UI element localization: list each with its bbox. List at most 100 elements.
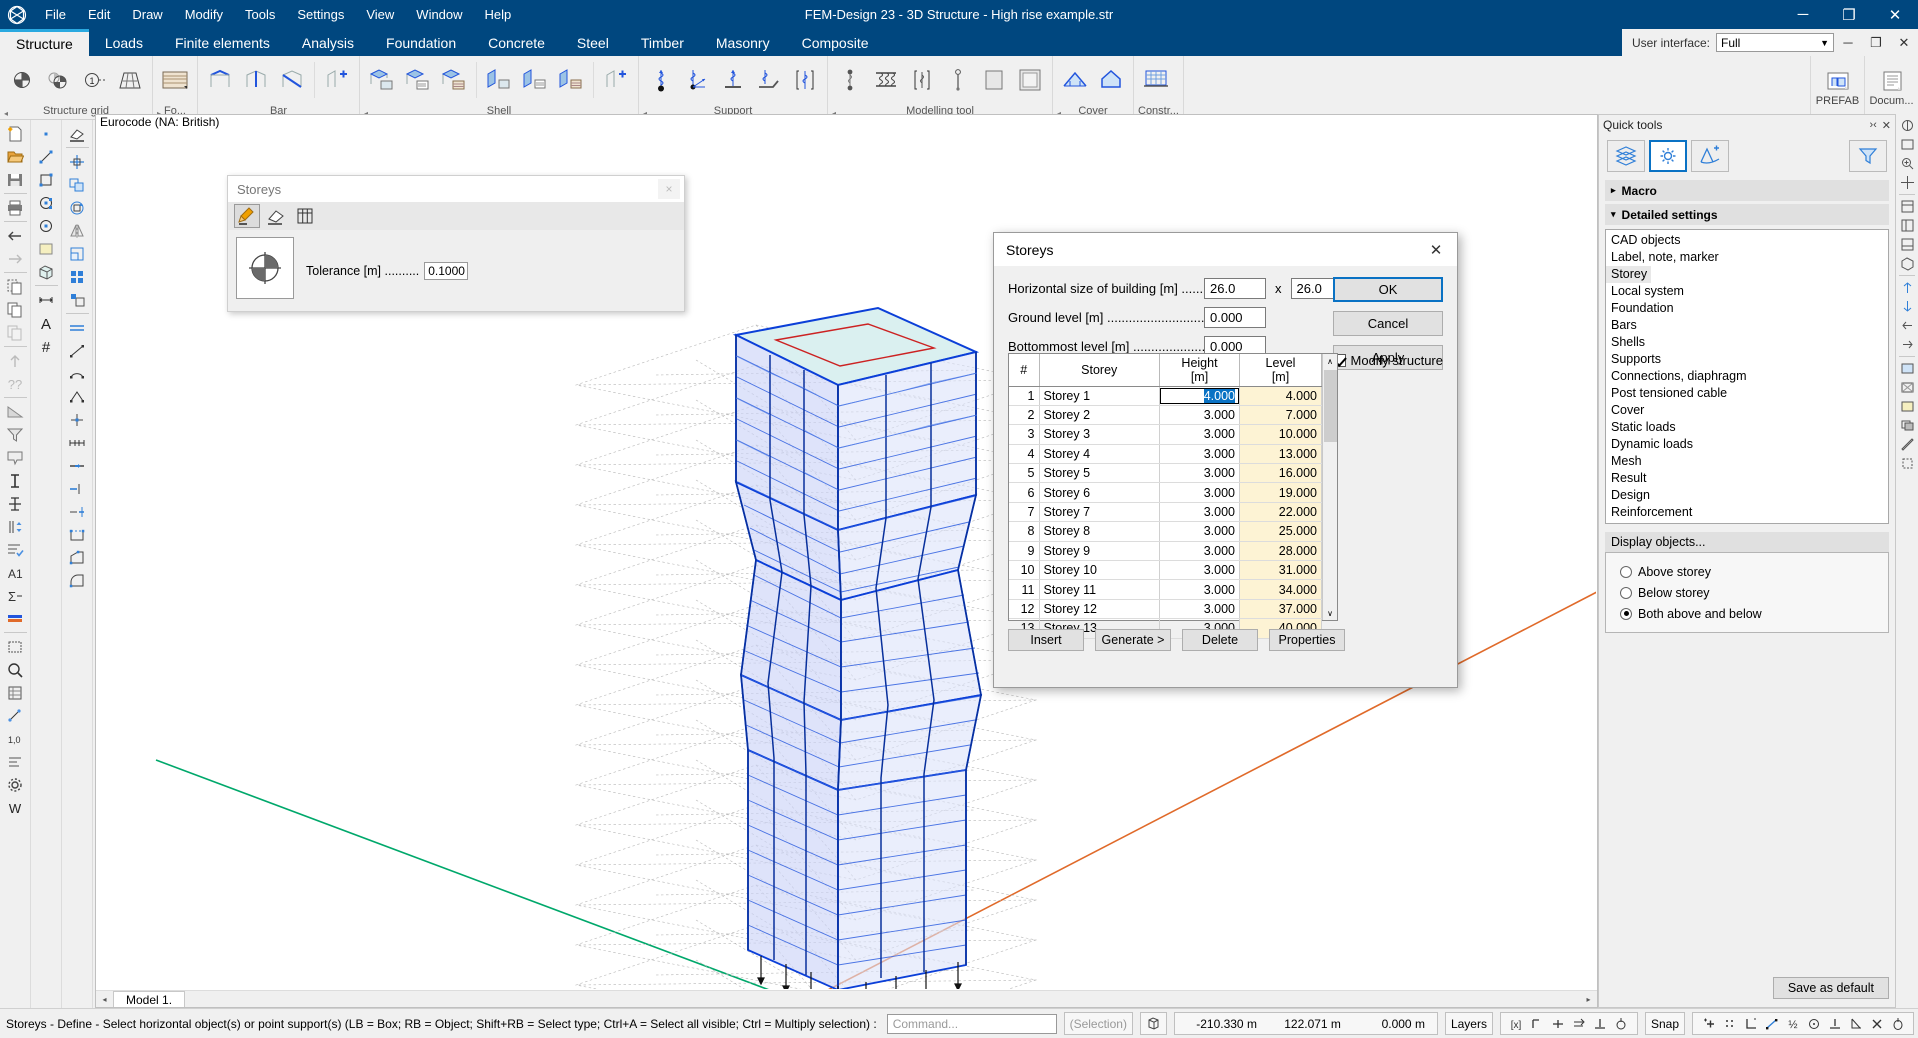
doc-close-button[interactable]: ✕: [1890, 29, 1918, 56]
maximize-button[interactable]: ❐: [1826, 0, 1872, 29]
menu-modify[interactable]: Modify: [174, 0, 234, 29]
tab-analysis[interactable]: Analysis: [286, 29, 370, 56]
setting-item-cover[interactable]: Cover: [1606, 402, 1888, 419]
wireframe-icon[interactable]: [1898, 378, 1917, 397]
radio-icon[interactable]: [1620, 565, 1632, 578]
close-icon[interactable]: ×: [658, 179, 680, 199]
divide-icon[interactable]: [64, 431, 91, 454]
table-row[interactable]: 5 Storey 5 3.000 16.000: [1009, 463, 1322, 484]
undo-arrow-icon[interactable]: [2, 224, 29, 247]
scroll-left-icon[interactable]: ◂: [96, 991, 113, 1008]
menu-draw[interactable]: Draw: [121, 0, 173, 29]
ok-button[interactable]: OK: [1333, 277, 1443, 302]
snap-perpendicular-icon[interactable]: [1845, 1013, 1866, 1034]
cell-storey-name[interactable]: Storey 4: [1039, 444, 1160, 465]
filter-icon[interactable]: [2, 423, 29, 446]
snap-center-icon[interactable]: [1803, 1013, 1824, 1034]
collapse-icon[interactable]: ›‹: [1869, 119, 1876, 132]
prefab-button[interactable]: PREFAB: [1810, 56, 1864, 119]
view-rotate-icon[interactable]: [1898, 116, 1917, 135]
save-as-default-button[interactable]: Save as default: [1772, 977, 1889, 999]
open-folder-icon[interactable]: [2, 145, 29, 168]
zoom-window-icon[interactable]: [2, 635, 29, 658]
table-row[interactable]: 10 Storey 10 3.000 31.000: [1009, 560, 1322, 581]
close-icon[interactable]: ✕: [1882, 119, 1891, 132]
copy-move-icon[interactable]: [64, 173, 91, 196]
region-icon[interactable]: [1013, 60, 1047, 100]
cover-open-icon[interactable]: [1058, 60, 1092, 100]
close-button[interactable]: ✕: [1872, 0, 1918, 29]
cell-height[interactable]: 3.000: [1159, 502, 1240, 523]
help-query-icon[interactable]: ??: [2, 372, 29, 395]
shadow-icon[interactable]: [1898, 416, 1917, 435]
table-row[interactable]: 1 Storey 1 4.000 4.000: [1009, 386, 1322, 406]
group-expand-icon[interactable]: ◂: [4, 109, 8, 118]
word-export-icon[interactable]: W: [2, 796, 29, 819]
table-row[interactable]: 8 Storey 8 3.000 25.000: [1009, 521, 1322, 542]
text-label-icon[interactable]: A1: [2, 561, 29, 584]
truss-icon[interactable]: [275, 60, 309, 100]
circle-icon[interactable]: [33, 214, 60, 237]
scrollbar-thumb[interactable]: [1323, 370, 1337, 442]
plate-icon[interactable]: [365, 60, 399, 100]
timber-plate-icon[interactable]: [437, 60, 471, 100]
setting-item-shells[interactable]: Shells: [1606, 334, 1888, 351]
setting-item-bars[interactable]: Bars: [1606, 317, 1888, 334]
cell-height[interactable]: 3.000: [1159, 405, 1240, 426]
view-top-icon[interactable]: [1898, 197, 1917, 216]
setting-item-supports[interactable]: Supports: [1606, 351, 1888, 368]
cell-height[interactable]: 3.000: [1159, 599, 1240, 620]
storeys-palette-titlebar[interactable]: Storeys ×: [228, 176, 684, 202]
documentation-button[interactable]: Docum...: [1864, 56, 1918, 119]
menu-view[interactable]: View: [355, 0, 405, 29]
copy-icon[interactable]: [2, 298, 29, 321]
cell-height[interactable]: 3.000: [1159, 482, 1240, 503]
numbered-axis-icon[interactable]: 1: [77, 60, 111, 100]
layers-icon[interactable]: [1607, 140, 1645, 172]
cell-height[interactable]: 4.000: [1159, 386, 1240, 406]
detailed-settings-list[interactable]: CAD objects Label, note, marker Storey Loca…: [1605, 229, 1889, 524]
grid-plane-icon[interactable]: [113, 60, 147, 100]
offset-icon[interactable]: [64, 454, 91, 477]
properties-button[interactable]: Properties: [1269, 629, 1345, 651]
profiled-plate-icon[interactable]: [401, 60, 435, 100]
chamfer-icon[interactable]: [64, 546, 91, 569]
move-down-icon[interactable]: [1898, 297, 1917, 316]
table-row[interactable]: 9 Storey 9 3.000 28.000: [1009, 541, 1322, 562]
support-group-icon[interactable]: [788, 60, 822, 100]
line-connection-icon[interactable]: [869, 60, 903, 100]
cell-height[interactable]: 3.000: [1159, 541, 1240, 562]
horizontal-lock-icon[interactable]: [1548, 1013, 1569, 1034]
macro-accordion[interactable]: ▸ Macro: [1605, 180, 1889, 201]
setting-item-local-system[interactable]: Local system: [1606, 283, 1888, 300]
text-cursor-icon[interactable]: [2, 469, 29, 492]
cancel-button[interactable]: Cancel: [1333, 311, 1443, 336]
view-side-icon[interactable]: [1898, 235, 1917, 254]
table-row[interactable]: 3 Storey 3 3.000 10.000: [1009, 424, 1322, 445]
rigid-link-icon[interactable]: [941, 60, 975, 100]
render-icon[interactable]: [1898, 397, 1917, 416]
print-icon[interactable]: [2, 196, 29, 219]
tab-loads[interactable]: Loads: [89, 29, 159, 56]
add-bar-icon[interactable]: [320, 60, 354, 100]
align-icon[interactable]: [2, 750, 29, 773]
tab-structure[interactable]: Structure: [0, 29, 89, 56]
view-front-icon[interactable]: [1898, 216, 1917, 235]
save-icon[interactable]: [2, 168, 29, 191]
gear-icon[interactable]: [2, 773, 29, 796]
menu-window[interactable]: Window: [405, 0, 473, 29]
polar-icon[interactable]: [1611, 1013, 1632, 1034]
cell-height[interactable]: 3.000: [1159, 579, 1240, 600]
setting-item-foundation[interactable]: Foundation: [1606, 300, 1888, 317]
cell-height[interactable]: 3.000: [1159, 424, 1240, 445]
new-file-icon[interactable]: [2, 122, 29, 145]
text-a-icon[interactable]: A: [33, 311, 60, 334]
height-edit-field[interactable]: 4.000: [1160, 387, 1239, 404]
table-row[interactable]: 12 Storey 12 3.000 37.000: [1009, 599, 1322, 620]
table-row[interactable]: 4 Storey 4 3.000 13.000: [1009, 444, 1322, 465]
soil-layers-icon[interactable]: [158, 60, 192, 100]
array-icon[interactable]: [64, 265, 91, 288]
wall-icon[interactable]: [482, 60, 516, 100]
cut-icon[interactable]: [2, 275, 29, 298]
radio-icon[interactable]: [1620, 586, 1632, 599]
